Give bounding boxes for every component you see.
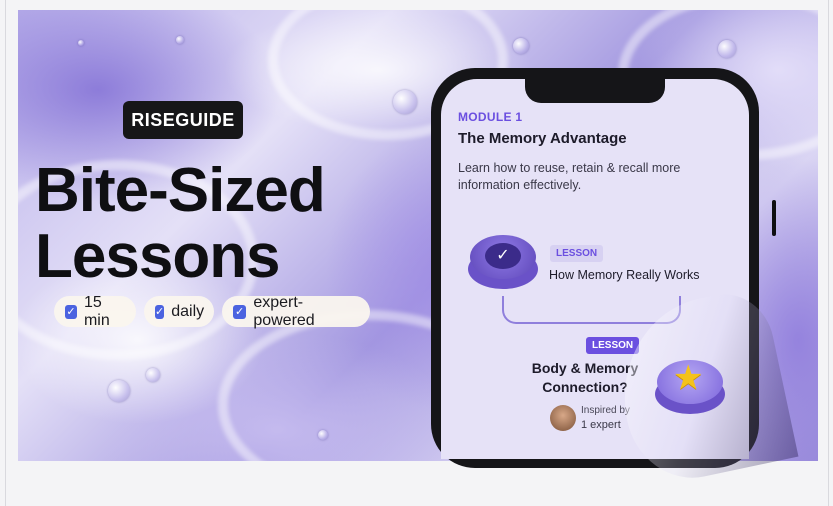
water-droplet [176, 36, 184, 44]
phone-notch [525, 79, 665, 103]
module-description: Learn how to reuse, retain & recall more… [458, 161, 681, 192]
disc-top: ✓ [470, 235, 536, 279]
page-border-right [828, 0, 829, 506]
tag-label: 15 min [83, 293, 110, 329]
checkbox-checked-icon: ✓ [65, 304, 77, 319]
module-title: The Memory Advantage [458, 130, 627, 147]
headline-line-2: Lessons [35, 222, 281, 291]
lesson-current-button[interactable]: ★ [655, 359, 725, 420]
water-droplet [78, 40, 84, 46]
lesson-title[interactable]: How Memory Really Works [549, 268, 700, 282]
checkbox-checked-icon: ✓ [155, 304, 165, 319]
water-droplet [146, 368, 160, 382]
page-border-left [5, 0, 6, 506]
lesson-path-connector [502, 296, 681, 324]
inspired-by-label: Inspired by [581, 405, 630, 416]
tag-15-min: ✓ 15 min [54, 293, 136, 329]
tag-label: daily [171, 302, 205, 320]
checkmark-icon: ✓ [485, 243, 521, 269]
tag-expert-powered: ✓ expert-powered [222, 293, 370, 329]
tag-daily: ✓ daily [144, 296, 214, 327]
water-droplet [513, 38, 529, 54]
water-droplet [318, 430, 328, 440]
lesson-badge: LESSON [586, 337, 640, 354]
lesson-completed-button[interactable]: ✓ [468, 235, 538, 293]
expert-avatar [550, 405, 576, 431]
module-label: MODULE 1 [458, 110, 523, 124]
expert-count: 1 expert [581, 419, 621, 431]
riseguide-logo: RISEGUIDE [123, 101, 243, 139]
headline-line-1: Bite-Sized [35, 156, 326, 225]
water-droplet [108, 380, 130, 402]
water-droplet [393, 90, 417, 114]
star-icon: ★ [673, 359, 704, 397]
phone-side-button [772, 200, 776, 236]
expert-attribution: Inspired by 1 expert [581, 404, 630, 432]
lesson-badge: LESSON [550, 245, 604, 262]
water-droplet [718, 40, 736, 58]
checkbox-checked-icon: ✓ [233, 304, 247, 319]
headline: Bite-Sized Lessons [35, 158, 415, 290]
tag-label: expert-powered [253, 293, 315, 329]
